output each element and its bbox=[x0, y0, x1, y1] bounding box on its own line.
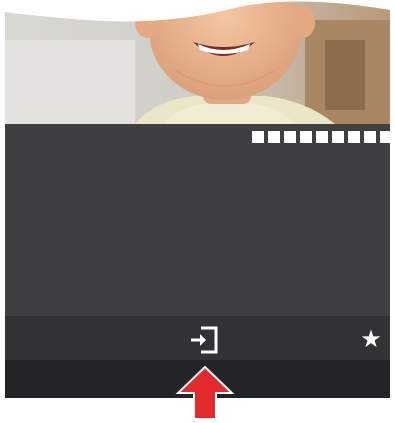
header-photo bbox=[5, 0, 390, 124]
red-up-arrow-icon bbox=[174, 363, 236, 420]
page-dot[interactable] bbox=[284, 131, 296, 143]
page-dot[interactable] bbox=[268, 131, 280, 143]
page-dot[interactable] bbox=[364, 131, 376, 143]
pagination-indicator bbox=[252, 131, 390, 143]
favorite-button[interactable]: ★ bbox=[357, 324, 385, 354]
login-button[interactable] bbox=[187, 325, 221, 355]
child-photo bbox=[5, 0, 390, 124]
page-dot[interactable] bbox=[252, 131, 264, 143]
page-dot[interactable] bbox=[300, 131, 312, 143]
page-dot[interactable] bbox=[332, 131, 344, 143]
device-screen: ★ bbox=[5, 0, 390, 398]
page-dot[interactable] bbox=[348, 131, 360, 143]
star-icon: ★ bbox=[360, 325, 382, 353]
page-dot[interactable] bbox=[380, 131, 390, 143]
content-area bbox=[5, 124, 390, 316]
login-icon bbox=[191, 326, 218, 354]
page-dot[interactable] bbox=[316, 131, 328, 143]
